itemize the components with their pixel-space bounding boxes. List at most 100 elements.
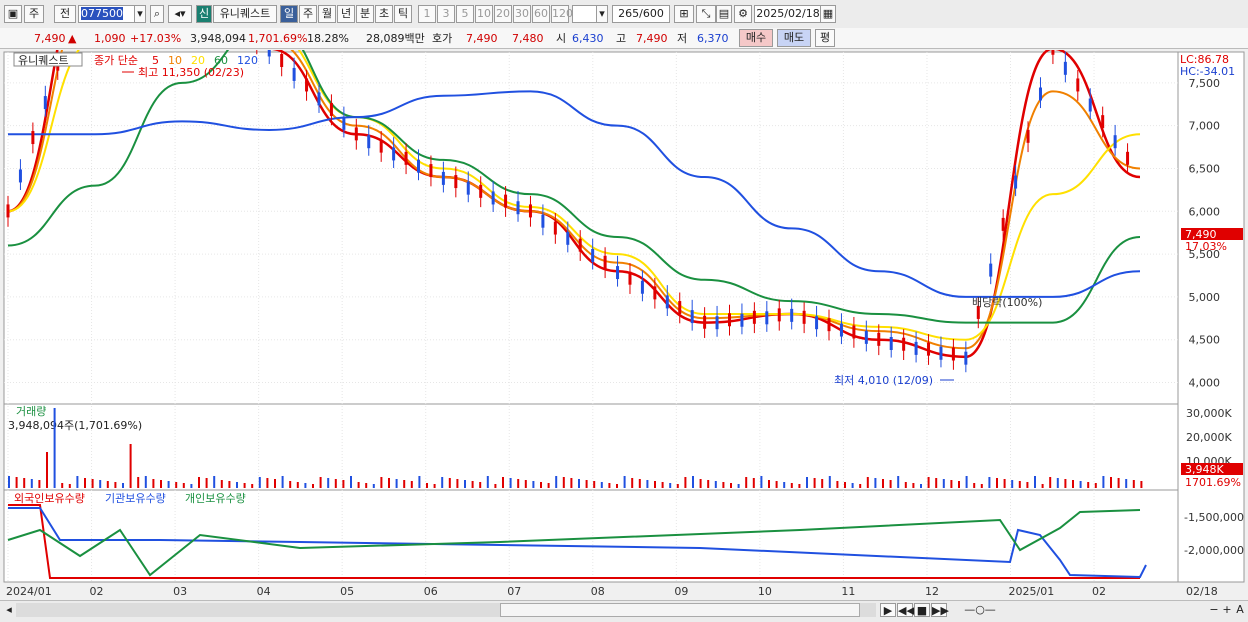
nav-button-3[interactable]: ▶▶ [931, 603, 949, 617]
minute-1[interactable]: 1 [418, 5, 436, 23]
gear-icon[interactable]: ⚙ [734, 5, 752, 23]
candle-body [1026, 129, 1030, 143]
volume-bar [768, 480, 770, 488]
eval-button[interactable]: 평 [815, 29, 835, 47]
candle-body [1063, 61, 1067, 75]
search-icon[interactable]: ⌕ [150, 5, 164, 23]
prev-button[interactable]: 전 [54, 5, 76, 23]
volume-bar [334, 479, 337, 488]
volume-bar [980, 484, 983, 488]
candle-body [889, 337, 893, 350]
volume-bar [593, 481, 596, 488]
right-icon-2[interactable]: A [1234, 603, 1246, 617]
event-note: 배당락(100%) [972, 296, 1042, 309]
period-5[interactable]: 초 [375, 5, 393, 23]
count-value: 265 [618, 7, 640, 20]
period-select[interactable]: 주 [24, 5, 44, 23]
volume-tick: 20,000K [1186, 431, 1232, 444]
volume-bar [1026, 482, 1029, 488]
period-6[interactable]: 틱 [394, 5, 412, 23]
price-tick: 4,000 [1189, 377, 1221, 390]
code-dropdown-icon[interactable]: ▾ [134, 5, 146, 23]
volume: 3,948,094 [190, 32, 246, 45]
volume-bar [631, 478, 634, 488]
volume-bar [266, 478, 269, 488]
minute-30[interactable]: 30 [513, 5, 531, 23]
change-pct: +17.03% [130, 32, 182, 45]
layout-icon[interactable]: ▣ [4, 5, 22, 23]
last-date-label: 02/18 [1186, 585, 1218, 598]
nav-button-1[interactable]: ◀◀ [897, 603, 915, 617]
volume-bar [1117, 478, 1120, 488]
minute-3[interactable]: 3 [437, 5, 455, 23]
right-icon-0[interactable]: − [1208, 603, 1220, 617]
nav-button-2[interactable]: ■ [914, 603, 930, 617]
tick-dropdown-icon[interactable]: ▾ [596, 5, 608, 23]
scroll-left-icon[interactable]: ◂ [4, 603, 14, 617]
candle-body [504, 194, 508, 208]
low-label: 저 [677, 32, 688, 45]
volume-bar [752, 478, 755, 488]
scrollbar-thumb[interactable] [500, 603, 860, 617]
candle-body [429, 164, 433, 178]
volume-bar [578, 479, 580, 488]
amount: 28,089백만 [366, 32, 425, 45]
month-label: 12 [925, 585, 939, 598]
period-2[interactable]: 월 [318, 5, 336, 23]
volume-icon[interactable]: ◂▾ [168, 5, 192, 23]
minute-120[interactable]: 120 [551, 5, 573, 23]
zoom-slider[interactable]: —○— [950, 603, 1010, 617]
volume-bar [897, 476, 900, 488]
candle-body [466, 181, 470, 195]
volume-bar [1125, 479, 1128, 488]
chart-type-icon[interactable]: ⊞ [674, 5, 694, 23]
volume-bar [676, 484, 679, 488]
period-1[interactable]: 주 [299, 5, 317, 23]
volume-bar [274, 479, 276, 488]
candle-body [31, 131, 35, 145]
candle-body [292, 67, 296, 81]
month-label: 06 [424, 585, 438, 598]
date-input[interactable]: 2025/02/18 [754, 5, 822, 23]
candle-body [877, 332, 881, 346]
save-icon[interactable]: ▤ [716, 5, 732, 23]
minute-10[interactable]: 10 [475, 5, 493, 23]
candle-body [927, 342, 931, 356]
sell-button[interactable]: 매도 [777, 29, 811, 47]
right-icon-1[interactable]: + [1221, 603, 1233, 617]
minute-5[interactable]: 5 [456, 5, 474, 23]
code-input[interactable]: 077500 [78, 5, 136, 23]
count-input[interactable]: 265/600 [612, 5, 670, 23]
buy-button[interactable]: 매수 [739, 29, 773, 47]
period-3[interactable]: 년 [337, 5, 355, 23]
stock-chart[interactable]: 11,00010,50010,0009,5009,0008,5008,0007,… [0, 50, 1248, 600]
minute-60[interactable]: 60 [532, 5, 550, 23]
calendar-icon[interactable]: ▦ [820, 5, 836, 23]
month-label: 10 [758, 585, 772, 598]
volume-bar [456, 479, 459, 488]
price-tick: 7,500 [1189, 77, 1221, 90]
nav-button-0[interactable]: ▶ [880, 603, 896, 617]
volume-bar [30, 479, 33, 488]
volume-bar [699, 479, 702, 488]
minute-20[interactable]: 20 [494, 5, 512, 23]
candle-body [1076, 78, 1080, 92]
period-4[interactable]: 분 [356, 5, 374, 23]
draw-tool-icon[interactable]: ⤡ [696, 5, 716, 23]
volume-bar [714, 481, 717, 488]
volume-bar [1064, 479, 1067, 488]
volume-bar [920, 484, 922, 488]
volume-bar [585, 480, 588, 488]
candle-body [951, 347, 955, 361]
candle-body [839, 323, 843, 337]
volume-bar [608, 483, 611, 488]
volume-bar [106, 481, 109, 488]
candle-body [404, 151, 408, 165]
candle-body [1088, 98, 1092, 112]
holdings-legend-2: 개인보유수량 [185, 492, 246, 505]
candle-body [491, 191, 495, 205]
volume-bar [638, 479, 641, 488]
period-0[interactable]: 일 [280, 5, 298, 23]
month-label: 05 [340, 585, 354, 598]
volume-bar [547, 483, 550, 488]
